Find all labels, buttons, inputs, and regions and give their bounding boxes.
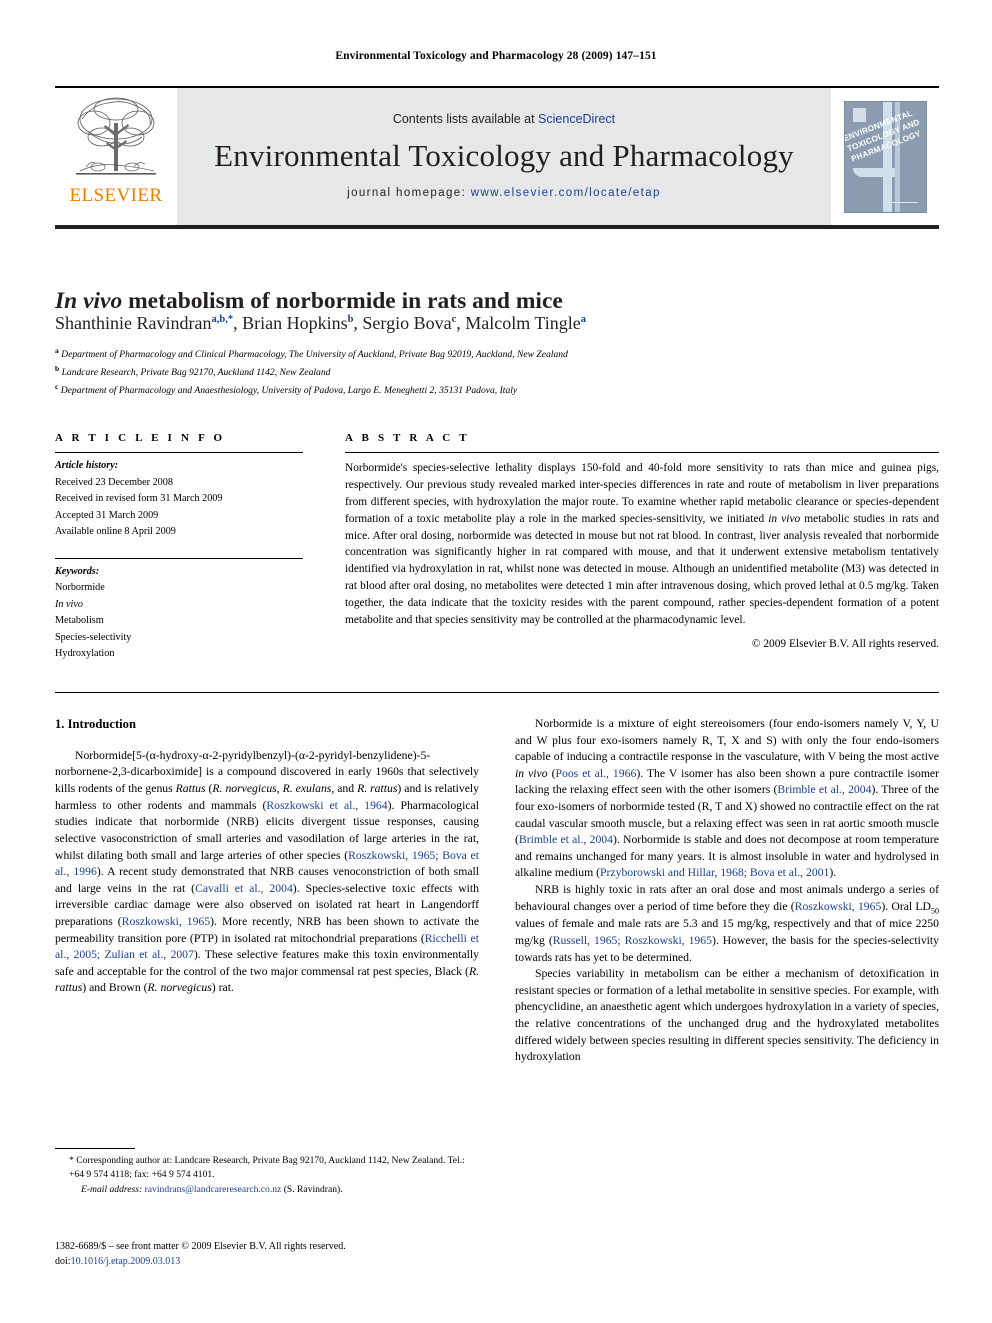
elsevier-tree-icon (76, 97, 156, 175)
article-info-heading: A R T I C L E I N F O (55, 432, 226, 444)
contents-prefix: Contents lists available at (392, 112, 539, 126)
paragraph: NRB is highly toxic in rats after an ora… (515, 883, 939, 964)
keyword-item: In vivo (55, 598, 84, 610)
imprint-block: 1382-6689/$ – see front matter © 2009 El… (55, 1239, 555, 1269)
affiliation-item: b Landcare Research, Private Bag 92170, … (55, 363, 331, 378)
abstract-heading: A B S T R A C T (345, 432, 470, 444)
corresponding-author-note: * Corresponding author at: Landcare Rese… (69, 1155, 465, 1181)
paragraph: Species variability in metabolism can be… (515, 967, 939, 1064)
homepage-prefix: journal homepage: (347, 187, 471, 199)
keywords-divider (55, 557, 303, 559)
footnote-block: * Corresponding author at: Landcare Rese… (55, 1148, 479, 1197)
abstract-copyright: © 2009 Elsevier B.V. All rights reserved… (751, 637, 939, 650)
doi-link[interactable]: 10.1016/j.etap.2009.03.013 (71, 1256, 181, 1267)
page-title: In vivo metabolism of norbormide in rats… (55, 288, 939, 315)
title-italic-part: In vivo (55, 287, 123, 314)
cover-hook-shape (852, 167, 895, 177)
affiliation-list: a Department of Pharmacology and Clinica… (55, 345, 939, 398)
abstract-body: Norbormide's species-selective lethality… (345, 462, 940, 626)
keyword-item: Hydroxylation (55, 648, 115, 660)
running-head: Environmental Toxicology and Pharmacolog… (335, 50, 657, 62)
keyword-item: Metabolism (55, 615, 104, 627)
right-column-text: Norbormide is a mixture of eight stereoi… (515, 716, 939, 1066)
doi-label: doi: (55, 1256, 71, 1267)
cover-publisher-mark (852, 107, 866, 122)
body-column-right: Norbormide is a mixture of eight stereoi… (515, 716, 939, 1066)
affiliation-item: c Department of Pharmacology and Anaesth… (55, 381, 518, 396)
elsevier-logo: ELSEVIER (55, 88, 177, 225)
section-divider (55, 692, 939, 693)
article-history-block: Article history: Received 23 December 20… (55, 458, 303, 541)
paragraph: Norbormide is a mixture of eight stereoi… (515, 717, 940, 880)
abstract-column: Norbormide's species-selective lethality… (345, 452, 939, 653)
journal-homepage-line: journal homepage: www.elsevier.com/locat… (347, 187, 661, 199)
article-info-column: Article history: Received 23 December 20… (55, 452, 303, 671)
history-item: Received 23 December 2008 (55, 476, 173, 488)
keyword-item: Norbormide (55, 582, 105, 594)
keywords-block: Keywords: Norbormide In vivo Metabolism … (55, 564, 303, 663)
journal-title: Environmental Toxicology and Pharmacolog… (214, 138, 794, 173)
journal-masthead: ELSEVIER Contents lists available at Sci… (55, 86, 939, 229)
article-page: Environmental Toxicology and Pharmacolog… (0, 0, 992, 1323)
elsevier-wordmark: ELSEVIER (69, 185, 163, 206)
abstract-divider (345, 452, 939, 453)
sciencedirect-link[interactable]: ScienceDirect (538, 112, 615, 126)
footnote-rule (55, 1148, 135, 1149)
history-item: Received in revised form 31 March 2009 (55, 493, 223, 505)
email-address-link[interactable]: ravindrans@landcareresearch.co.nz (145, 1184, 282, 1195)
left-column-text: Norbormide[5-(α-hydroxy-α-2-pyridylbenzy… (55, 748, 479, 997)
journal-cover: ENVIRONMENTAL TOXICOLOGY AND PHARMACOLOG… (831, 88, 939, 225)
homepage-link[interactable]: www.elsevier.com/locate/etap (471, 187, 661, 199)
email-note: E-mail address: ravindrans@landcareresea… (81, 1183, 479, 1197)
contents-list-line: Contents lists available at ScienceDirec… (393, 112, 615, 126)
email-owner: (S. Ravindran). (283, 1183, 343, 1195)
keyword-item: Species-selectivity (55, 631, 132, 643)
body-column-left: 1. Introduction Norbormide[5-(α-hydroxy-… (55, 716, 479, 997)
history-item: Available online 8 April 2009 (55, 526, 176, 538)
author-list: Shanthinie Ravindrana,b,*, Brian Hopkins… (55, 313, 587, 333)
info-divider (55, 452, 303, 453)
email-label: E-mail address: (81, 1183, 143, 1195)
cover-rule (883, 201, 918, 203)
history-item: Accepted 31 March 2009 (55, 509, 159, 521)
section-title-introduction: 1. Introduction (55, 717, 136, 731)
cover-thumbnail: ENVIRONMENTAL TOXICOLOGY AND PHARMACOLOG… (843, 100, 927, 213)
issn-line: 1382-6689/$ – see front matter © 2009 El… (55, 1241, 346, 1252)
masthead-center: Contents lists available at ScienceDirec… (177, 88, 831, 225)
affiliation-item: a Department of Pharmacology and Clinica… (55, 346, 568, 361)
paragraph: Norbormide[5-(α-hydroxy-α-2-pyridylbenzy… (55, 748, 480, 995)
article-history-label: Article history: (55, 460, 119, 471)
title-rest: metabolism of norbormide in rats and mic… (122, 287, 563, 314)
keywords-label: Keywords: (55, 565, 100, 577)
doi-line: doi:10.1016/j.etap.2009.03.013 (55, 1254, 555, 1269)
